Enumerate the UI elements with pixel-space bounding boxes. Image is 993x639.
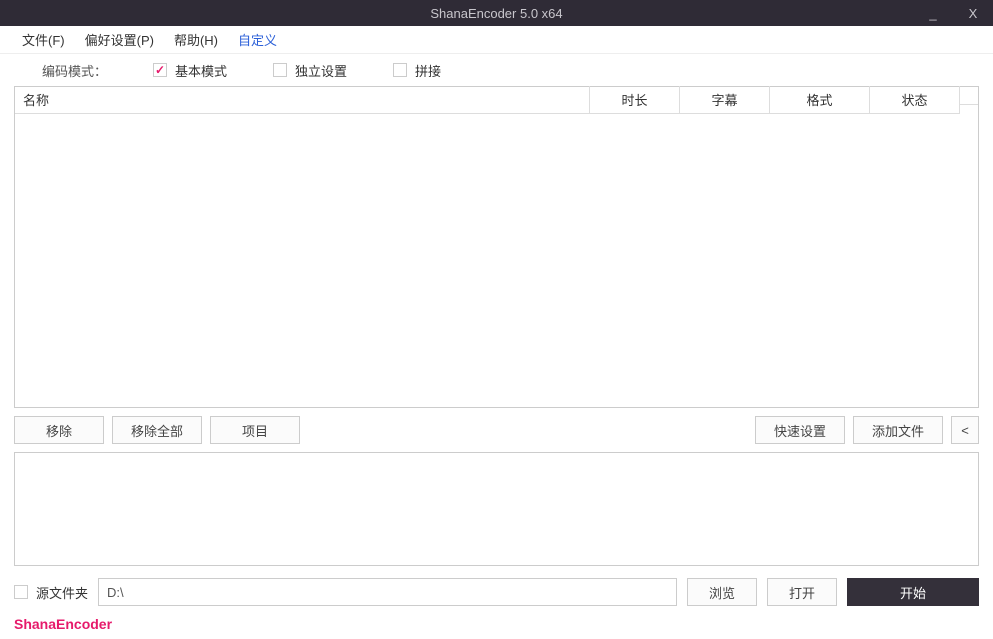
info-panel (14, 452, 979, 566)
window-title: ShanaEncoder 5.0 x64 (430, 6, 562, 21)
file-table: 名称 时长 字幕 格式 状态 (14, 86, 979, 408)
remove-button[interactable]: 移除 (14, 416, 104, 444)
menu-help[interactable]: 帮助(H) (164, 26, 228, 53)
start-button[interactable]: 开始 (847, 578, 979, 606)
brand-label: ShanaEncoder (14, 616, 979, 632)
col-duration[interactable]: 时长 (590, 86, 680, 114)
col-status[interactable]: 状态 (870, 86, 960, 114)
remove-all-button[interactable]: 移除全部 (112, 416, 202, 444)
mode-concat-label: 拼接 (415, 61, 441, 80)
checkbox-icon (273, 63, 287, 77)
window-controls: _ X (913, 0, 993, 26)
source-folder-label: 源文件夹 (36, 583, 88, 602)
table-body[interactable] (15, 113, 978, 407)
col-end (960, 96, 978, 105)
mode-basic-checkbox[interactable]: 基本模式 (153, 61, 227, 80)
add-file-button[interactable]: 添加文件 (853, 416, 943, 444)
source-folder-checkbox[interactable]: 源文件夹 (14, 583, 88, 602)
open-button[interactable]: 打开 (767, 578, 837, 606)
col-name[interactable]: 名称 (15, 86, 590, 114)
checkbox-icon (153, 63, 167, 77)
project-button[interactable]: 项目 (210, 416, 300, 444)
col-format[interactable]: 格式 (770, 86, 870, 114)
checkbox-icon (14, 585, 28, 599)
encoding-mode-row: 编码模式： 基本模式 独立设置 拼接 (0, 54, 993, 86)
menu-custom[interactable]: 自定义 (228, 26, 287, 53)
mode-independent-label: 独立设置 (295, 61, 347, 80)
output-path-input[interactable] (98, 578, 677, 606)
checkbox-icon (393, 63, 407, 77)
quick-settings-button[interactable]: 快速设置 (755, 416, 845, 444)
menu-file[interactable]: 文件(F) (12, 26, 75, 53)
col-subtitle[interactable]: 字幕 (680, 86, 770, 114)
table-header: 名称 时长 字幕 格式 状态 (15, 87, 978, 113)
menubar: 文件(F) 偏好设置(P) 帮助(H) 自定义 (0, 26, 993, 54)
collapse-button[interactable]: < (951, 416, 979, 444)
browse-button[interactable]: 浏览 (687, 578, 757, 606)
action-button-row: 移除 移除全部 项目 快速设置 添加文件 < (14, 416, 979, 444)
output-row: 源文件夹 浏览 打开 开始 (14, 578, 979, 606)
menu-preferences[interactable]: 偏好设置(P) (75, 26, 164, 53)
close-button[interactable]: X (953, 0, 993, 26)
mode-independent-checkbox[interactable]: 独立设置 (273, 61, 347, 80)
titlebar: ShanaEncoder 5.0 x64 _ X (0, 0, 993, 26)
encoding-mode-label: 编码模式： (42, 61, 107, 80)
mode-concat-checkbox[interactable]: 拼接 (393, 61, 441, 80)
minimize-button[interactable]: _ (913, 0, 953, 26)
mode-basic-label: 基本模式 (175, 61, 227, 80)
